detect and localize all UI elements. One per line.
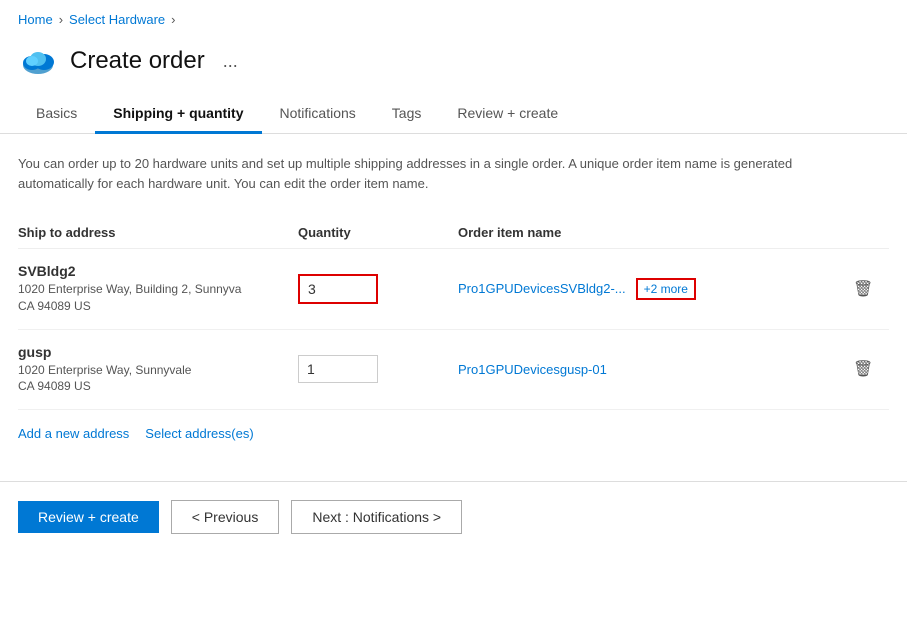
- tab-shipping[interactable]: Shipping + quantity: [95, 95, 261, 134]
- table-row: SVBldg2 1020 Enterprise Way, Building 2,…: [18, 249, 889, 330]
- tab-notifications[interactable]: Notifications: [262, 95, 374, 134]
- order-item-link-1[interactable]: Pro1GPUDevicesSVBldg2-...: [458, 281, 626, 296]
- review-create-button[interactable]: Review + create: [18, 501, 159, 533]
- tab-review-create[interactable]: Review + create: [439, 95, 576, 134]
- col-order-header: Order item name: [458, 225, 849, 240]
- more-badge-1[interactable]: +2 more: [636, 278, 696, 300]
- address-1: SVBldg2 1020 Enterprise Way, Building 2,…: [18, 263, 298, 315]
- page-menu-icon[interactable]: ...: [223, 51, 238, 72]
- tab-bar: Basics Shipping + quantity Notifications…: [0, 95, 907, 134]
- qty-input-1[interactable]: [298, 274, 378, 304]
- qty-cell-2: [298, 355, 458, 383]
- col-ship-header: Ship to address: [18, 225, 298, 240]
- tab-basics[interactable]: Basics: [18, 95, 95, 134]
- footer: Review + create < Previous Next : Notifi…: [0, 481, 907, 552]
- order-item-link-2[interactable]: Pro1GPUDevicesgusp-01: [458, 362, 607, 377]
- table-row: gusp 1020 Enterprise Way, Sunnyvale CA 9…: [18, 330, 889, 411]
- breadcrumb-select-hardware[interactable]: Select Hardware: [69, 12, 165, 27]
- qty-input-2[interactable]: [298, 355, 378, 383]
- page-title: Create order: [70, 47, 205, 75]
- next-notifications-button[interactable]: Next : Notifications >: [291, 500, 462, 534]
- description-text: You can order up to 20 hardware units an…: [18, 154, 838, 193]
- order-item-cell-2: Pro1GPUDevicesgusp-01: [458, 361, 849, 377]
- address-detail-1a: 1020 Enterprise Way, Building 2, Sunnyva: [18, 281, 298, 298]
- main-content: You can order up to 20 hardware units an…: [0, 134, 907, 461]
- tab-tags[interactable]: Tags: [374, 95, 440, 134]
- address-2: gusp 1020 Enterprise Way, Sunnyvale CA 9…: [18, 344, 298, 396]
- table-header: Ship to address Quantity Order item name: [18, 217, 889, 249]
- delete-cell-2: 🗑: [849, 355, 889, 383]
- address-detail-2b: CA 94089 US: [18, 378, 298, 395]
- add-new-address-button[interactable]: Add a new address: [18, 426, 129, 441]
- page-header: Create order ...: [0, 35, 907, 95]
- address-actions: Add a new address Select address(es): [18, 426, 889, 441]
- address-name-1: SVBldg2: [18, 263, 298, 279]
- address-detail-1b: CA 94089 US: [18, 298, 298, 315]
- select-addresses-button[interactable]: Select address(es): [145, 426, 253, 441]
- previous-button[interactable]: < Previous: [171, 500, 280, 534]
- col-qty-header: Quantity: [298, 225, 458, 240]
- address-name-2: gusp: [18, 344, 298, 360]
- order-item-cell-1: Pro1GPUDevicesSVBldg2-... +2 more: [458, 278, 849, 300]
- delete-button-1[interactable]: 🗑: [849, 275, 877, 303]
- delete-button-2[interactable]: 🗑: [849, 355, 877, 383]
- breadcrumb-home[interactable]: Home: [18, 12, 53, 27]
- trash-icon-2: 🗑: [853, 359, 873, 379]
- delete-cell-1: 🗑: [849, 275, 889, 303]
- address-detail-2a: 1020 Enterprise Way, Sunnyvale: [18, 362, 298, 379]
- breadcrumb: Home › Select Hardware ›: [0, 0, 907, 35]
- cloud-icon: [18, 41, 58, 81]
- qty-cell-1: [298, 274, 458, 304]
- trash-icon-1: 🗑: [853, 279, 873, 299]
